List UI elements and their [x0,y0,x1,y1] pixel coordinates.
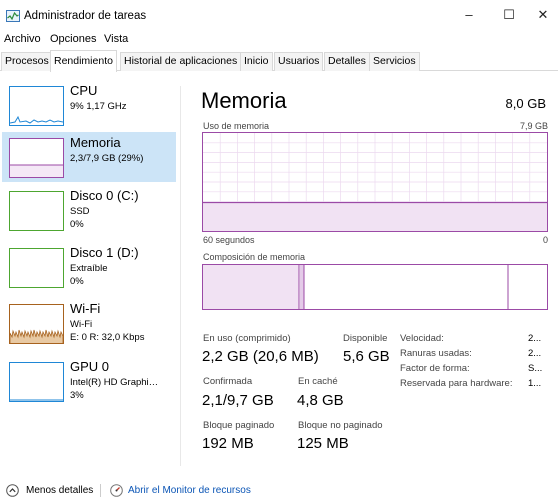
window-title: Administrador de tareas [24,10,147,22]
sidebar-memoria-title: Memoria [70,135,121,150]
resource-monitor-icon [110,484,123,497]
memory-usage-graph [202,132,548,232]
paged-pool-label: Bloque paginado [203,420,275,431]
maximize-button[interactable]: ☐ [494,4,524,26]
committed-value: 2,1/9,7 GB [202,392,274,409]
sidebar-gpu-title: GPU 0 [70,359,110,374]
sidebar-gpu-name: Intel(R) HD Graphi… [70,377,159,388]
gpu-thumbnail-graph [9,362,64,402]
tab-servicios[interactable]: Servicios [369,52,420,71]
footer: Menos detalles Abrir el Monitor de recur… [0,480,558,500]
resource-title: Memoria [201,88,287,113]
menu-opciones[interactable]: Opciones [50,33,96,45]
slots-used-label: Ranuras usadas: [400,348,472,359]
time-axis-zero: 0 [542,235,548,245]
sidebar-item-memoria[interactable]: Memoria 2,3/7,9 GB (29%) [2,132,176,182]
sidebar-disco1-title: Disco 1 (D:) [70,245,139,260]
composition-modified [300,265,304,309]
close-button[interactable]: ✕ [528,4,558,26]
sidebar-gpu-usage: 3% [70,390,84,401]
less-details-button[interactable]: Menos detalles [26,485,93,496]
menu-bar: Archivo Opciones Vista [0,30,558,48]
form-factor-value: S... [528,363,543,374]
tab-bar: Procesos Rendimiento Historial de aplica… [0,50,558,72]
tab-historial[interactable]: Historial de aplicaciones [120,52,242,71]
paged-pool-value: 192 MB [202,435,254,452]
memory-usage-chart [203,133,547,231]
sidebar-item-disco-1[interactable]: Disco 1 (D:) Extraíble 0% [2,242,176,292]
in-use-value: 2,2 GB (20,6 MB) [202,348,319,365]
sidebar-item-gpu[interactable]: GPU 0 Intel(R) HD Graphi… 3% [2,356,176,406]
sidebar-cpu-detail: 9% 1,17 GHz [70,101,127,112]
speed-value: 2... [528,333,542,344]
sidebar-disco0-title: Disco 0 (C:) [70,188,139,203]
sidebar-item-wifi[interactable]: Wi-Fi Wi-Fi E: 0 R: 32,0 Kbps [2,298,176,348]
cpu-thumbnail-graph [9,86,64,126]
usage-graph-max: 7,9 GB [519,121,548,131]
sidebar-disco0-type: SSD [70,206,90,217]
sidebar-disco1-usage: 0% [70,276,84,287]
resource-sidebar: CPU 9% 1,17 GHz Memoria 2,3/7,9 GB (29%)… [0,72,180,472]
tab-rendimiento[interactable]: Rendimiento [50,50,117,72]
tab-detalles[interactable]: Detalles [324,52,370,71]
wifi-thumbnail-graph [9,304,64,344]
hardware-reserved-value: 1... [528,378,542,389]
sidebar-memoria-detail: 2,3/7,9 GB (29%) [70,153,144,164]
menu-archivo[interactable]: Archivo [4,33,41,45]
menu-vista[interactable]: Vista [104,33,128,45]
time-axis-label: 60 segundos [203,235,255,245]
footer-divider [100,484,101,497]
tab-procesos[interactable]: Procesos [1,52,53,71]
composition-in-use [203,265,299,309]
memory-thumbnail-graph [9,138,64,178]
hardware-reserved-label: Reservada para hardware: [400,378,513,389]
memory-total: 8,0 GB [505,96,546,111]
memory-composition-bar [202,264,548,310]
speed-label: Velocidad: [400,333,444,344]
sidebar-wifi-throughput: E: 0 R: 32,0 Kbps [70,332,145,343]
available-value: 5,6 GB [343,348,390,365]
slots-used-value: 2... [528,348,542,359]
tab-inicio[interactable]: Inicio [240,52,273,71]
nonpaged-pool-value: 125 MB [297,435,349,452]
sidebar-item-cpu[interactable]: CPU 9% 1,17 GHz [2,80,176,130]
form-factor-label: Factor de forma: [400,363,470,374]
tab-usuarios[interactable]: Usuarios [274,52,324,71]
usage-graph-label: Uso de memoria [203,121,270,131]
pane-divider [180,86,181,466]
sidebar-item-disco-0[interactable]: Disco 0 (C:) SSD 0% [2,185,176,235]
nonpaged-pool-label: Bloque no paginado [298,420,383,431]
memory-usage-fill [203,202,547,231]
sidebar-wifi-title: Wi-Fi [70,301,101,316]
sidebar-cpu-title: CPU [70,83,98,98]
cached-value: 4,8 GB [297,392,344,409]
chevron-up-icon[interactable] [6,484,19,497]
available-label: Disponible [343,333,388,344]
cached-label: En caché [298,376,338,387]
in-use-label: En uso (comprimido) [203,333,291,344]
title-bar: Administrador de tareas – ☐ ✕ [0,0,558,30]
sidebar-disco0-usage: 0% [70,219,84,230]
composition-label: Composición de memoria [203,252,306,262]
sidebar-wifi-name: Wi-Fi [70,319,93,330]
disk1-thumbnail-graph [9,248,64,288]
committed-label: Confirmada [203,376,253,387]
open-resource-monitor-link[interactable]: Abrir el Monitor de recursos [128,485,251,496]
minimize-button[interactable]: – [454,4,484,26]
sidebar-disco1-type: Extraíble [70,263,108,274]
disk0-thumbnail-graph [9,191,64,231]
task-manager-icon [6,10,20,22]
